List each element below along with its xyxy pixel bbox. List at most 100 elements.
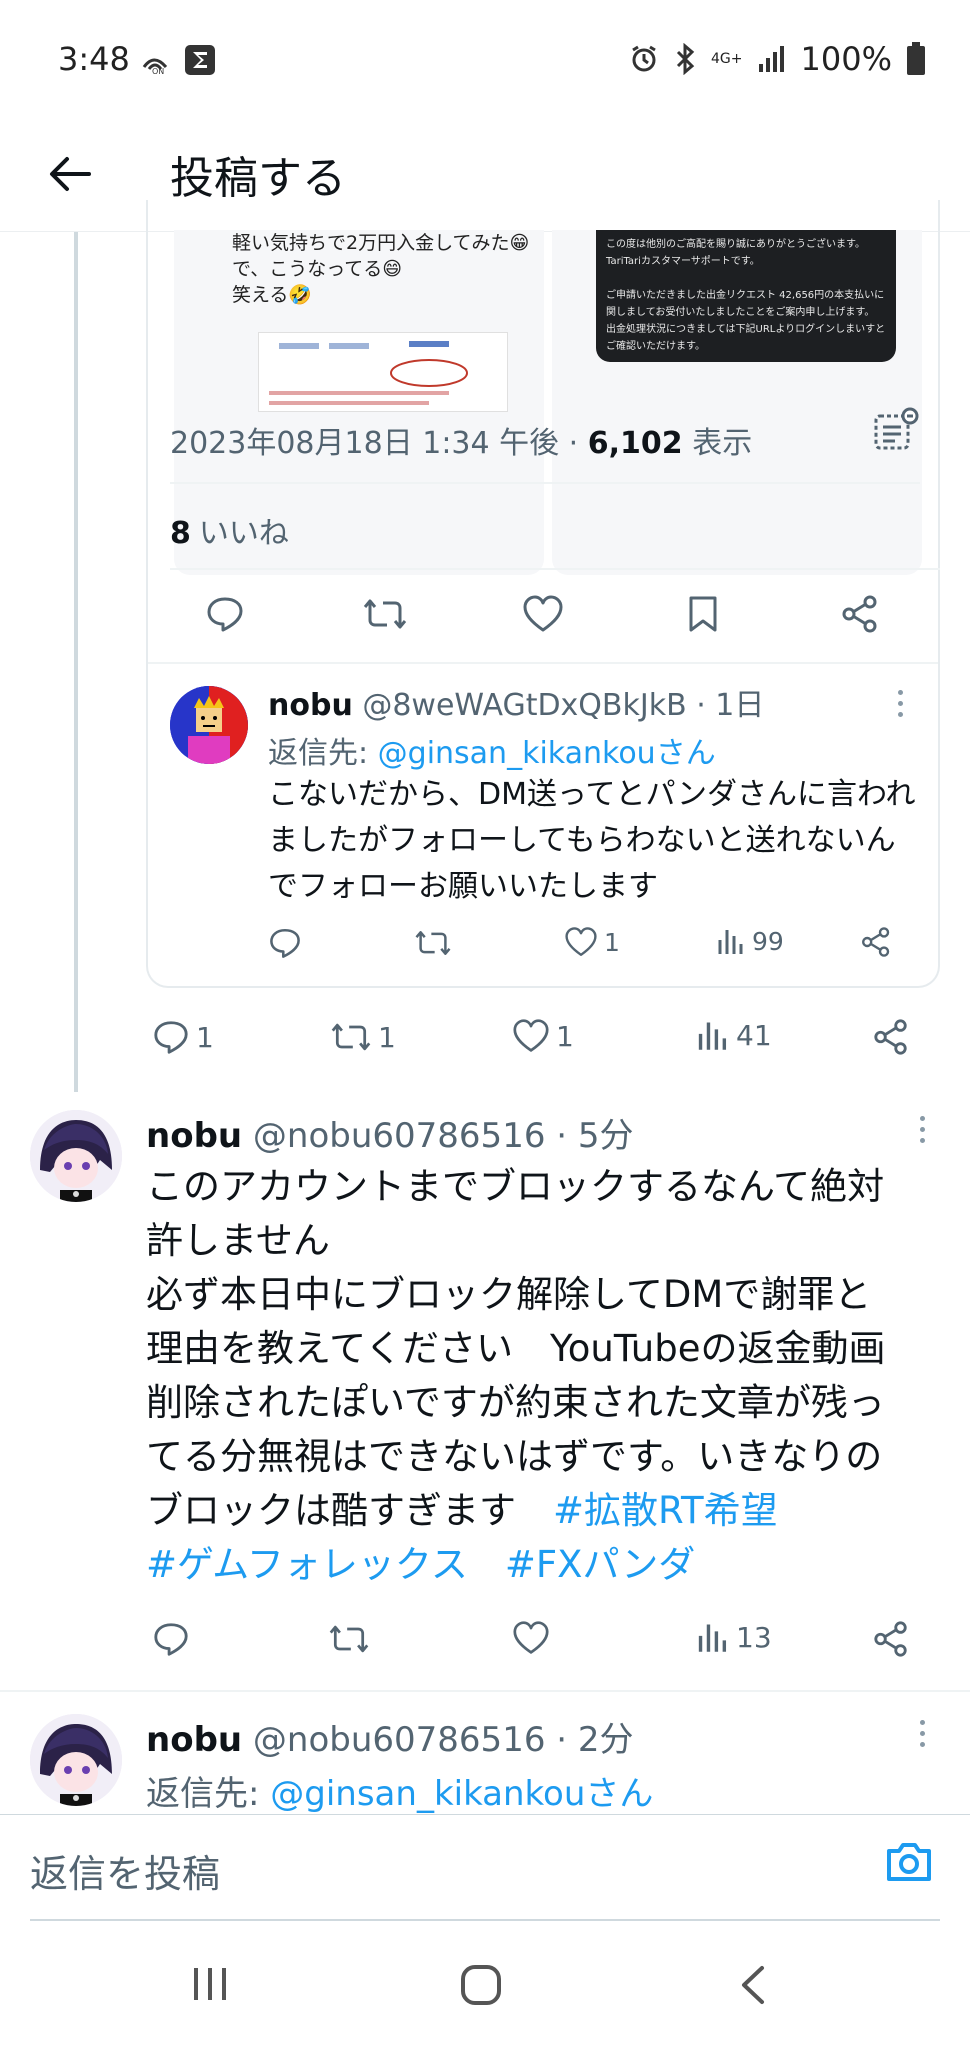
views-button[interactable]: 13 xyxy=(696,1620,772,1654)
recents-button[interactable] xyxy=(190,1964,230,2008)
reply-to-prefix: 返信先: xyxy=(268,736,378,771)
network-type: 4G+ xyxy=(711,51,743,67)
signal-icon xyxy=(758,46,784,72)
like-button[interactable]: 1 xyxy=(564,926,620,958)
like-button[interactable] xyxy=(512,1620,550,1656)
post-author-handle: @nobu60786516 · 2分 xyxy=(242,1720,634,1760)
reply-icon xyxy=(154,1623,188,1656)
hashtag-link[interactable]: #ゲムフォレックス xyxy=(146,1543,468,1586)
views-button[interactable]: 99 xyxy=(716,926,784,956)
reply-author[interactable]: nobu @8weWAGtDxQBkJkB · 1日 xyxy=(268,680,764,724)
hashtag-link[interactable]: #FXパンダ xyxy=(505,1543,695,1586)
reply-text: こないだから、DM送ってとパンダさんに言われましたがフォローしてもらわないと送れ… xyxy=(268,777,916,904)
heart-icon xyxy=(513,1621,549,1654)
like-button[interactable] xyxy=(522,594,564,634)
retweet-icon xyxy=(415,931,451,955)
post-author-name: nobu xyxy=(146,1720,243,1760)
attached-image-1-text: 軽い気持ちで2万円入金してみた😁 で、こうなってる😄 笑える🤣 xyxy=(232,232,530,306)
bar-chart-icon xyxy=(698,1022,727,1050)
reply-icon xyxy=(207,597,243,632)
divider xyxy=(0,1690,970,1692)
post-text-line: ブロックは酷すぎます xyxy=(146,1489,553,1532)
status-right: 4G+ 100% xyxy=(629,40,926,78)
reply-input[interactable]: 返信を投稿 xyxy=(30,1843,220,1898)
arrow-left-icon xyxy=(50,157,91,191)
status-time: 3:48 xyxy=(58,40,130,78)
reply-to-user-link[interactable]: @ginsan_kikankouさん xyxy=(378,736,716,771)
reply-to-line: 返信先: @ginsan_kikankouさん xyxy=(146,1766,653,1815)
post-text-line: 削除されたぽいですが約束された文章が残っ xyxy=(146,1381,885,1424)
page-title: 投稿する xyxy=(170,153,346,204)
app-notification-icon xyxy=(185,45,215,75)
more-options-button[interactable] xyxy=(920,1720,925,1747)
post-text-line: 必ず本日中にブロック解除してDMで謝罪と xyxy=(146,1273,872,1316)
reply-author-name: nobu xyxy=(268,688,353,723)
bookmark-button[interactable] xyxy=(686,594,720,634)
heart-icon xyxy=(523,595,563,632)
share-button[interactable] xyxy=(840,594,880,634)
reply-to-line: 返信先: @ginsan_kikankouさん xyxy=(268,728,716,772)
home-icon xyxy=(461,1965,501,2005)
more-options-button[interactable] xyxy=(898,690,903,717)
home-button[interactable] xyxy=(460,1964,502,2010)
retweet-icon xyxy=(363,599,407,629)
divider xyxy=(170,568,940,570)
reply-button[interactable]: 1 xyxy=(152,1018,214,1056)
share-button[interactable] xyxy=(872,1620,910,1658)
avatar[interactable] xyxy=(30,1110,122,1202)
heart-icon xyxy=(565,927,597,956)
composer-underline xyxy=(30,1919,940,1921)
like-button[interactable]: 1 xyxy=(512,1018,574,1054)
likes-label: いいね xyxy=(198,516,289,551)
view-count: 99 xyxy=(752,926,784,956)
reply-button[interactable] xyxy=(268,926,302,960)
share-button[interactable] xyxy=(860,926,892,958)
like-count: 1 xyxy=(604,927,620,957)
divider xyxy=(148,662,938,664)
reply-to-prefix: 返信先: xyxy=(146,1774,271,1814)
reply-count: 1 xyxy=(196,1020,214,1054)
retweet-button[interactable] xyxy=(414,926,452,960)
likes-count: 8 xyxy=(170,516,191,551)
post-author[interactable]: nobu @nobu60786516 · 2分 xyxy=(146,1712,634,1761)
avatar-image xyxy=(30,1110,122,1202)
retweet-button[interactable]: 1 xyxy=(330,1018,396,1056)
avatar[interactable] xyxy=(30,1714,122,1806)
post-author[interactable]: nobu @nobu60786516 · 5分 xyxy=(146,1108,634,1157)
status-bar: 3:48 ON 4G+ 100% xyxy=(0,0,970,120)
hashtag-link[interactable]: #拡散RT希望 xyxy=(553,1489,778,1532)
bar-chart-icon xyxy=(698,1624,727,1652)
likes-summary[interactable]: 8 いいね xyxy=(170,508,289,552)
post-analytics-button[interactable] xyxy=(872,406,920,458)
avatar-image xyxy=(170,686,248,764)
retweet-icon xyxy=(331,1023,371,1051)
reply-composer[interactable]: 返信を投稿 xyxy=(0,1814,970,1926)
retweet-button[interactable] xyxy=(328,1620,370,1658)
share-button[interactable] xyxy=(872,1018,910,1056)
wifi-calling-icon: ON xyxy=(142,58,168,75)
battery-percent: 100% xyxy=(800,40,892,78)
back-button[interactable] xyxy=(40,144,100,204)
bookmark-icon xyxy=(689,596,717,632)
camera-icon xyxy=(887,1843,931,1881)
attached-image-2[interactable]: この度は他別のご高配を賜り誠にありがとうございます。 TariTariカスタマー… xyxy=(552,230,922,575)
reply-button[interactable] xyxy=(205,594,245,634)
views-button[interactable]: 41 xyxy=(696,1018,772,1052)
retweet-icon xyxy=(329,1625,369,1653)
retweet-button[interactable] xyxy=(362,594,408,634)
avatar[interactable] xyxy=(170,686,248,764)
reply-author-handle: @8weWAGtDxQBkJkB · 1日 xyxy=(352,688,765,723)
post-timestamp-views: 2023年08月18日 1:34 午後 · 6,102 表示 xyxy=(170,418,752,462)
retweet-count: 1 xyxy=(378,1020,396,1054)
status-left-icons: ON xyxy=(140,44,216,76)
reply-button[interactable] xyxy=(152,1620,190,1658)
alarm-icon xyxy=(632,45,656,72)
reply-to-user-link[interactable]: @ginsan_kikankouさん xyxy=(270,1774,653,1814)
back-nav-button[interactable] xyxy=(738,1964,768,2010)
more-options-button[interactable] xyxy=(920,1116,925,1143)
share-icon xyxy=(842,595,877,633)
share-icon xyxy=(874,1019,907,1055)
heart-icon xyxy=(513,1019,549,1052)
camera-button[interactable] xyxy=(884,1839,934,1889)
divider xyxy=(170,482,920,484)
